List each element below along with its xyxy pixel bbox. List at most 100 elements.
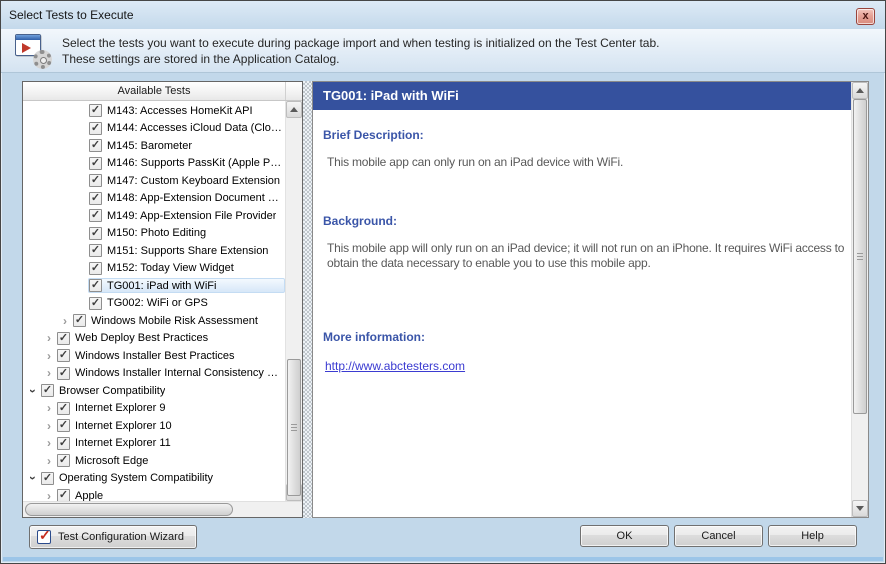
tree-item[interactable]: ›✓Operating System Compatibility	[23, 470, 285, 488]
test-checkbox[interactable]: ✓	[57, 489, 70, 501]
tree-hscroll-track[interactable]	[23, 502, 285, 517]
tree-row-content[interactable]: ✓Windows Installer Best Practices	[56, 348, 237, 363]
tree-item[interactable]: ›✓Browser Compatibility	[23, 382, 285, 400]
tree-row-content[interactable]: ✓M144: Accesses iCloud Data (Clo…	[88, 121, 284, 136]
selected-tree-row[interactable]: ✓TG001: iPad with WiFi	[88, 278, 285, 293]
expand-arrow-icon[interactable]: ›	[42, 351, 56, 361]
tree-item[interactable]: ›✓Windows Installer Best Practices	[23, 347, 285, 365]
tree-horizontal-scrollbar[interactable]	[23, 501, 302, 517]
tree-item[interactable]: ✓M145: Barometer	[23, 137, 285, 155]
test-checkbox[interactable]: ✓	[89, 174, 102, 187]
tree-row-content[interactable]: ✓M143: Accesses HomeKit API	[88, 103, 255, 118]
tree-scroll-thumb[interactable]	[287, 359, 301, 496]
tree-item[interactable]: ✓M144: Accesses iCloud Data (Clo…	[23, 120, 285, 138]
cancel-button[interactable]: Cancel	[674, 525, 763, 547]
tree-row-content[interactable]: ✓Internet Explorer 10	[56, 418, 174, 433]
expand-arrow-icon[interactable]: ›	[42, 438, 56, 448]
tree-item[interactable]: ✓TG001: iPad with WiFi	[23, 277, 285, 295]
tree-item[interactable]: ›✓Microsoft Edge	[23, 452, 285, 470]
tree-item[interactable]: ✓TG002: WiFi or GPS	[23, 295, 285, 313]
test-checkbox[interactable]: ✓	[89, 122, 102, 135]
detail-scroll-up-button[interactable]	[852, 82, 868, 99]
test-checkbox[interactable]: ✓	[41, 384, 54, 397]
tree-item[interactable]: ›✓Apple	[23, 487, 285, 501]
detail-scroll-thumb[interactable]	[853, 99, 867, 414]
tree-column-header[interactable]: Available Tests	[23, 82, 302, 101]
more-info-link[interactable]: http://www.abctesters.com	[325, 359, 465, 373]
expand-arrow-icon[interactable]: ›	[42, 456, 56, 466]
tree-item[interactable]: ›✓Internet Explorer 9	[23, 400, 285, 418]
tree-vertical-scrollbar[interactable]	[285, 101, 302, 501]
tree-item[interactable]: ›✓Web Deploy Best Practices	[23, 330, 285, 348]
test-checkbox[interactable]: ✓	[57, 367, 70, 380]
test-checkbox[interactable]: ✓	[73, 314, 86, 327]
detail-scroll-track[interactable]	[852, 99, 868, 500]
test-checkbox[interactable]: ✓	[89, 157, 102, 170]
close-button[interactable]: x	[856, 8, 875, 25]
test-checkbox[interactable]: ✓	[57, 454, 70, 467]
tree-row-content[interactable]: ✓Internet Explorer 11	[56, 436, 173, 451]
collapse-arrow-icon[interactable]: ›	[28, 471, 38, 485]
test-checkbox[interactable]: ✓	[57, 437, 70, 450]
ok-button[interactable]: OK	[580, 525, 669, 547]
test-checkbox[interactable]: ✓	[57, 349, 70, 362]
tree-row-content[interactable]: ✓Microsoft Edge	[56, 453, 150, 468]
test-configuration-wizard-button[interactable]: Test Configuration Wizard	[29, 525, 197, 549]
tree-row-content[interactable]: ✓M145: Barometer	[88, 138, 194, 153]
tree-item[interactable]: ✓M148: App-Extension Document …	[23, 190, 285, 208]
tree-item[interactable]: ✓M149: App-Extension File Provider	[23, 207, 285, 225]
tree-row-content[interactable]: ✓Internet Explorer 9	[56, 401, 168, 416]
test-checkbox[interactable]: ✓	[57, 419, 70, 432]
tree-row-content[interactable]: ✓M151: Supports Share Extension	[88, 243, 270, 258]
tree-scroll-up-button[interactable]	[286, 101, 302, 118]
tree-item[interactable]: ✓M147: Custom Keyboard Extension	[23, 172, 285, 190]
expand-arrow-icon[interactable]: ›	[42, 491, 56, 501]
detail-scroll-down-button[interactable]	[852, 500, 868, 517]
panel-splitter[interactable]	[303, 81, 312, 518]
expand-arrow-icon[interactable]: ›	[42, 333, 56, 343]
tree-item[interactable]: ›✓Internet Explorer 11	[23, 435, 285, 453]
tree-row-content[interactable]: ✓M149: App-Extension File Provider	[88, 208, 278, 223]
expand-arrow-icon[interactable]: ›	[42, 421, 56, 431]
tree-row-content[interactable]: ✓Apple	[56, 488, 105, 501]
tree-row-content[interactable]: ✓Web Deploy Best Practices	[56, 331, 210, 346]
tree-item[interactable]: ✓M152: Today View Widget	[23, 260, 285, 278]
test-checkbox[interactable]: ✓	[89, 244, 102, 257]
tree-row-content[interactable]: ✓TG002: WiFi or GPS	[88, 296, 210, 311]
test-checkbox[interactable]: ✓	[89, 262, 102, 275]
help-button[interactable]: Help	[768, 525, 857, 547]
test-checkbox[interactable]: ✓	[89, 279, 102, 292]
tree-row-content[interactable]: ✓Windows Mobile Risk Assessment	[72, 313, 260, 328]
expand-arrow-icon[interactable]: ›	[42, 403, 56, 413]
test-checkbox[interactable]: ✓	[89, 104, 102, 117]
tree-row-content[interactable]: ✓M146: Supports PassKit (Apple P…	[88, 156, 283, 171]
test-checkbox[interactable]: ✓	[89, 192, 102, 205]
tree-scroll-track[interactable]	[286, 118, 302, 484]
tree-item[interactable]: ✓M143: Accesses HomeKit API	[23, 102, 285, 120]
tree-item[interactable]: ✓M151: Supports Share Extension	[23, 242, 285, 260]
tree-item[interactable]: ›✓Windows Installer Internal Consistency…	[23, 365, 285, 383]
collapse-arrow-icon[interactable]: ›	[28, 384, 38, 398]
test-checkbox[interactable]: ✓	[57, 332, 70, 345]
expand-arrow-icon[interactable]: ›	[58, 316, 72, 326]
test-checkbox[interactable]: ✓	[89, 139, 102, 152]
test-checkbox[interactable]: ✓	[89, 209, 102, 222]
tree-row-content[interactable]: ✓Windows Installer Internal Consistency …	[56, 366, 280, 381]
tree-hscroll-thumb[interactable]	[25, 503, 233, 516]
tree-row-content[interactable]: ✓M152: Today View Widget	[88, 261, 236, 276]
tree-row-content[interactable]: ✓M148: App-Extension Document …	[88, 191, 281, 206]
tree-item[interactable]: ✓M146: Supports PassKit (Apple P…	[23, 155, 285, 173]
tree-item[interactable]: ›✓Internet Explorer 10	[23, 417, 285, 435]
tree-row-content[interactable]: ✓Operating System Compatibility	[40, 471, 215, 486]
tree-item[interactable]: ›✓Windows Mobile Risk Assessment	[23, 312, 285, 330]
detail-vertical-scrollbar[interactable]	[851, 82, 868, 517]
tree-row-content[interactable]: ✓M147: Custom Keyboard Extension	[88, 173, 282, 188]
tree-row-content[interactable]: ✓Browser Compatibility	[40, 383, 167, 398]
test-checkbox[interactable]: ✓	[89, 297, 102, 310]
expand-arrow-icon[interactable]: ›	[42, 368, 56, 378]
tree-item[interactable]: ✓M150: Photo Editing	[23, 225, 285, 243]
test-checkbox[interactable]: ✓	[41, 472, 54, 485]
test-checkbox[interactable]: ✓	[57, 402, 70, 415]
test-checkbox[interactable]: ✓	[89, 227, 102, 240]
tree-row-content[interactable]: ✓M150: Photo Editing	[88, 226, 208, 241]
